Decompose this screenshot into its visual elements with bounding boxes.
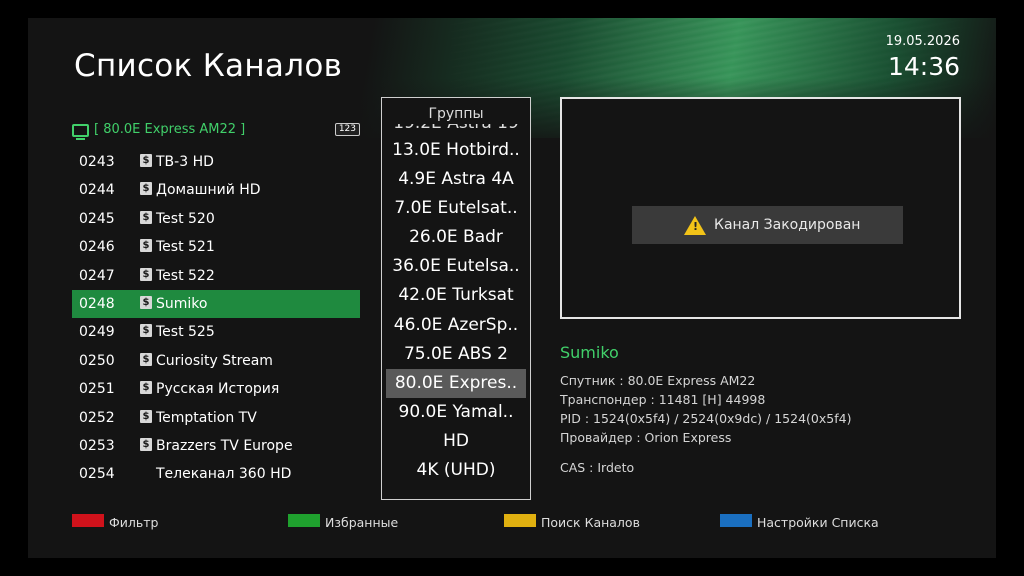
group-item[interactable]: HD bbox=[382, 427, 530, 456]
current-satellite: [ 80.0E Express AM22 ] 123 bbox=[72, 122, 360, 140]
channel-number: 0254 bbox=[79, 466, 115, 483]
groups-panel: Группы 19.2E Astra 19 13.0E Hotbird..4.9… bbox=[381, 97, 531, 500]
channel-row[interactable]: 0247 $ Test 522 bbox=[72, 262, 360, 290]
channel-number: 0248 bbox=[79, 295, 115, 312]
date-display: 19.05.2026 bbox=[885, 34, 960, 49]
channel-number: 0251 bbox=[79, 381, 115, 398]
info-channel-name: Sumiko bbox=[560, 343, 619, 362]
green-key-icon bbox=[288, 514, 320, 527]
channel-name: Test 522 bbox=[156, 267, 215, 284]
group-item[interactable]: 13.0E Hotbird.. bbox=[382, 136, 530, 165]
group-item-partial[interactable]: 19.2E Astra 19 bbox=[382, 124, 530, 133]
channel-number: 0244 bbox=[79, 182, 115, 199]
encrypted-notice: ! Канал Закодирован bbox=[632, 206, 903, 244]
satellite-name: [ 80.0E Express AM22 ] bbox=[94, 122, 246, 137]
red-key-icon bbox=[72, 514, 104, 527]
channel-number: 0247 bbox=[79, 267, 115, 284]
channel-list-screen: Список Каналов 19.05.2026 14:36 [ 80.0E … bbox=[28, 18, 996, 558]
info-provider: Провайдер : Orion Express bbox=[560, 430, 732, 445]
channel-name: Test 525 bbox=[156, 324, 215, 341]
group-item[interactable]: 90.0E Yamal.. bbox=[382, 398, 530, 427]
time-display: 14:36 bbox=[887, 52, 960, 81]
scrambled-icon: $ bbox=[140, 154, 152, 167]
channel-info: Спутник : 80.0E Express AM22 Транспондер… bbox=[560, 371, 851, 447]
group-item[interactable]: 7.0E Eutelsat.. bbox=[382, 194, 530, 223]
channel-number: 0243 bbox=[79, 154, 115, 170]
group-item[interactable]: 42.0E Turksat bbox=[382, 281, 530, 310]
channel-name: Телеканал 360 HD bbox=[156, 466, 292, 483]
group-item[interactable]: 75.0E ABS 2 bbox=[382, 340, 530, 369]
yellow-key-icon bbox=[504, 514, 536, 527]
info-transponder: Транспондер : 11481 [H] 44998 bbox=[560, 392, 766, 407]
channel-number: 0253 bbox=[79, 437, 115, 454]
channel-row[interactable]: 0250 $ Curiosity Stream bbox=[72, 347, 360, 375]
page-title: Список Каналов bbox=[74, 48, 343, 84]
channel-number: 0246 bbox=[79, 239, 115, 256]
channel-number: 0245 bbox=[79, 210, 115, 227]
info-pid: PID : 1524(0x5f4) / 2524(0x9dc) / 1524(0… bbox=[560, 411, 852, 426]
channel-row[interactable]: 0251 $ Русская История bbox=[72, 375, 360, 403]
channel-list: 0243 $ ТВ-3 HD 0244 $ Домашний HD 0245 $ Test 52… bbox=[72, 148, 360, 489]
channel-row[interactable]: 0244 $ Домашний HD bbox=[72, 176, 360, 204]
channel-name: Test 520 bbox=[156, 210, 215, 227]
scrambled-icon: $ bbox=[140, 182, 152, 196]
group-item[interactable]: 46.0E AzerSp.. bbox=[382, 311, 530, 340]
channel-name: Test 521 bbox=[156, 239, 215, 256]
scrambled-icon: $ bbox=[140, 324, 152, 338]
channel-row[interactable]: 0252 $ Temptation TV bbox=[72, 404, 360, 432]
scrambled-icon: $ bbox=[140, 352, 152, 366]
channel-name: Temptation TV bbox=[156, 409, 257, 426]
scrambled-icon: $ bbox=[140, 210, 152, 224]
scrambled-icon: $ bbox=[140, 437, 152, 451]
scrambled-icon: $ bbox=[140, 409, 152, 423]
group-item[interactable]: 80.0E Expres.. bbox=[386, 368, 526, 398]
channel-name: Brazzers TV Europe bbox=[156, 437, 293, 454]
channel-name: Русская История bbox=[156, 381, 280, 398]
channel-row[interactable]: 0248 $ Sumiko bbox=[72, 289, 360, 319]
info-cas: CAS : Irdeto bbox=[560, 460, 635, 475]
video-preview: ! Канал Закодирован bbox=[560, 97, 961, 319]
channel-row[interactable]: 0246 $ Test 521 bbox=[72, 233, 360, 261]
numeric-sort-badge: 123 bbox=[334, 123, 360, 136]
scrambled-icon: $ bbox=[140, 381, 152, 395]
info-satellite: Спутник : 80.0E Express AM22 bbox=[560, 373, 756, 388]
channel-row[interactable]: 0253 $ Brazzers TV Europe bbox=[72, 432, 360, 460]
channel-name: Домашний HD bbox=[156, 182, 261, 199]
scrambled-icon: $ bbox=[140, 267, 152, 281]
channel-row[interactable]: 0249 $ Test 525 bbox=[72, 318, 360, 346]
group-item[interactable]: 36.0E Eutelsa.. bbox=[382, 252, 530, 281]
group-item[interactable]: 26.0E Badr bbox=[382, 223, 530, 252]
channel-name: Curiosity Stream bbox=[156, 352, 273, 369]
blue-key-icon bbox=[720, 514, 752, 527]
scrambled-icon: $ bbox=[140, 295, 152, 309]
channel-number: 0252 bbox=[79, 409, 115, 426]
scrambled-icon: $ bbox=[140, 239, 152, 253]
groups-list: 13.0E Hotbird.. 4.9E Astra 4A 7.0E Eutelsa… bbox=[382, 136, 530, 485]
channel-name: Sumiko bbox=[156, 295, 208, 312]
channel-name: ТВ-3 HD bbox=[156, 154, 214, 170]
channel-row[interactable]: 0254 Телеканал 360 HD bbox=[72, 460, 360, 488]
group-item[interactable]: 4K (UHD) bbox=[382, 456, 530, 485]
channel-number: 0250 bbox=[79, 352, 115, 369]
color-key-bar: Фильтр Избранные Поиск Каналов Настройки… bbox=[72, 514, 972, 534]
channel-row[interactable]: 0245 $ Test 520 bbox=[72, 205, 360, 233]
encrypted-message: Канал Закодирован bbox=[714, 217, 861, 233]
channel-row[interactable]: 0243 $ ТВ-3 HD bbox=[72, 148, 360, 176]
group-item[interactable]: 4.9E Astra 4A bbox=[382, 165, 530, 194]
groups-heading: Группы bbox=[428, 106, 484, 122]
tv-icon bbox=[72, 124, 89, 140]
channel-number: 0249 bbox=[79, 324, 115, 341]
